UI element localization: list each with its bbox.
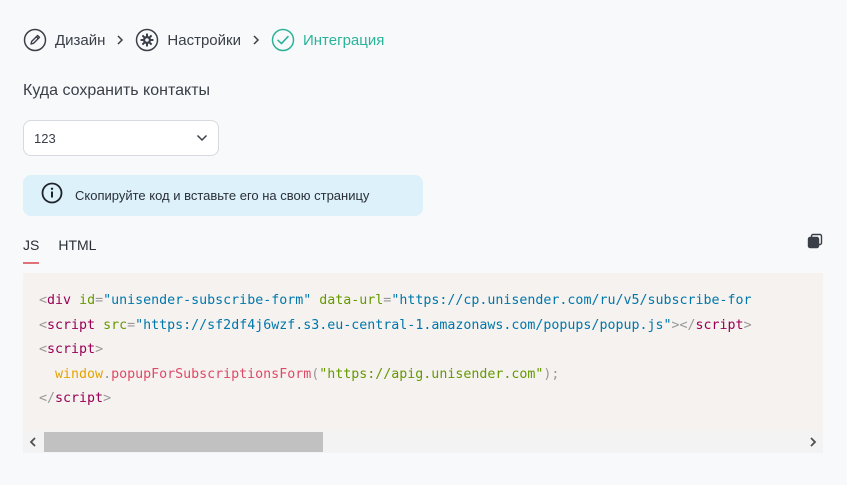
step-settings[interactable]: Настройки	[135, 28, 241, 52]
scroll-left-icon[interactable]	[23, 431, 43, 453]
chevron-down-icon	[196, 129, 208, 147]
tab-js[interactable]: JS	[23, 235, 40, 264]
code-block[interactable]: <div id="unisender-subscribe-form" data-…	[23, 273, 823, 453]
contacts-list-select[interactable]: 123	[23, 120, 219, 156]
select-value: 123	[34, 130, 56, 146]
chevron-right-icon	[105, 35, 135, 45]
code-line-1: <div id="unisender-subscribe-form" data-…	[39, 293, 752, 308]
info-text: Скопируйте код и вставьте его на свою ст…	[75, 188, 370, 203]
step-integration-label: Интеграция	[302, 31, 385, 49]
info-icon	[41, 182, 63, 209]
step-settings-label: Настройки	[167, 31, 241, 49]
scrollbar-thumb[interactable]	[44, 432, 323, 452]
code-line-2: <script src="https://sf2df4j6wzf.s3.eu-c…	[39, 317, 752, 333]
stepper: Дизайн Настройки Интеграция	[23, 27, 384, 53]
scroll-right-icon[interactable]	[803, 431, 823, 453]
check-circle-icon	[271, 28, 295, 52]
chevron-right-icon	[241, 35, 271, 45]
step-design-label: Дизайн	[55, 31, 106, 49]
code-line-4: window.popupForSubscriptionsForm("https:…	[55, 366, 560, 382]
step-design[interactable]: Дизайн	[23, 28, 105, 52]
gear-icon	[135, 28, 159, 52]
contacts-destination-label: Куда сохранить контакты	[23, 82, 211, 99]
copy-icon[interactable]	[807, 233, 823, 249]
tab-html[interactable]: HTML	[58, 235, 96, 262]
code-content: <div id="unisender-subscribe-form" data-…	[39, 289, 752, 412]
pencil-icon	[23, 28, 47, 52]
code-tabs: JS HTML	[23, 235, 115, 264]
horizontal-scrollbar[interactable]	[23, 431, 823, 453]
code-line-3: <script>	[39, 342, 104, 357]
step-integration[interactable]: Интеграция	[271, 28, 384, 52]
code-line-5: </script>	[39, 391, 112, 406]
info-banner: Скопируйте код и вставьте его на свою ст…	[23, 175, 423, 216]
